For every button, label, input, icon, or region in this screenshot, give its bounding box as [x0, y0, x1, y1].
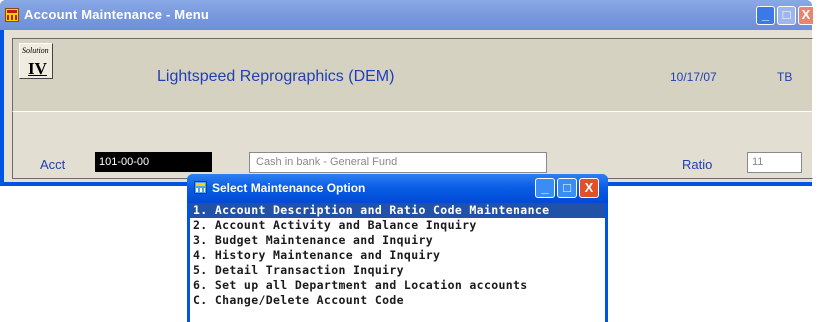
maximize-button[interactable]: □	[777, 6, 796, 25]
main-client-area: Solution IV Lightspeed Reprographics (DE…	[4, 30, 813, 182]
maximize-icon: □	[563, 180, 571, 195]
dialog-maximize-button[interactable]: □	[557, 178, 577, 198]
logo-top-text: Solution	[22, 46, 49, 55]
dialog-title: Select Maintenance Option	[212, 181, 366, 195]
menu-item-history[interactable]: 4. History Maintenance and Inquiry	[190, 248, 605, 263]
close-icon: X	[584, 180, 594, 195]
minimize-button[interactable]: _	[756, 6, 775, 25]
ratio-label: Ratio	[682, 157, 713, 172]
company-name: Lightspeed Reprographics (DEM)	[157, 68, 395, 85]
dialog-titlebar[interactable]: Select Maintenance Option _ □ X	[187, 174, 608, 203]
acct-label: Acct	[40, 157, 66, 172]
menu-item-setup-accounts[interactable]: 6. Set up all Department and Location ac…	[190, 278, 605, 293]
minimize-icon: _	[541, 180, 549, 195]
menu-item-account-description[interactable]: 1. Account Description and Ratio Code Ma…	[190, 203, 605, 218]
menu-item-budget[interactable]: 3. Budget Maintenance and Inquiry	[190, 233, 605, 248]
menu-item-detail-transaction[interactable]: 5. Detail Transaction Inquiry	[190, 263, 605, 278]
dialog-app-icon	[194, 181, 207, 194]
menu-item-change-delete[interactable]: C. Change/Delete Account Code	[190, 293, 605, 308]
dialog-minimize-button[interactable]: _	[535, 178, 555, 198]
solution-iv-logo: Solution IV	[19, 43, 53, 79]
logo-bottom-text: IV	[28, 59, 47, 78]
menu-item-account-activity[interactable]: 2. Account Activity and Balance Inquiry	[190, 218, 605, 233]
option-list: 1. Account Description and Ratio Code Ma…	[190, 203, 605, 322]
close-button[interactable]: X	[798, 6, 814, 25]
main-window: Account Maintenance - Menu _ □ X Solutio…	[0, 0, 814, 186]
select-option-dialog: Select Maintenance Option _ □ X 1. Accou…	[187, 174, 608, 322]
dialog-close-button[interactable]: X	[579, 178, 599, 198]
ratio-field: 11	[747, 152, 802, 173]
main-titlebar[interactable]: Account Maintenance - Menu _ □ X	[0, 0, 814, 30]
account-description-field: Cash in bank - General Fund	[249, 152, 547, 173]
header-date: 10/17/07	[670, 70, 717, 84]
account-panel: Acct 101-00-00 Cash in bank - General Fu…	[12, 111, 813, 179]
maximize-icon: □	[782, 7, 791, 22]
minimize-icon: _	[761, 7, 770, 22]
header-user: TB	[777, 70, 793, 84]
app-icon	[5, 8, 19, 22]
acct-input[interactable]: 101-00-00	[95, 152, 212, 172]
close-icon: X	[801, 7, 811, 22]
header-panel: Solution IV Lightspeed Reprographics (DE…	[12, 38, 813, 113]
window-title: Account Maintenance - Menu	[24, 7, 210, 22]
